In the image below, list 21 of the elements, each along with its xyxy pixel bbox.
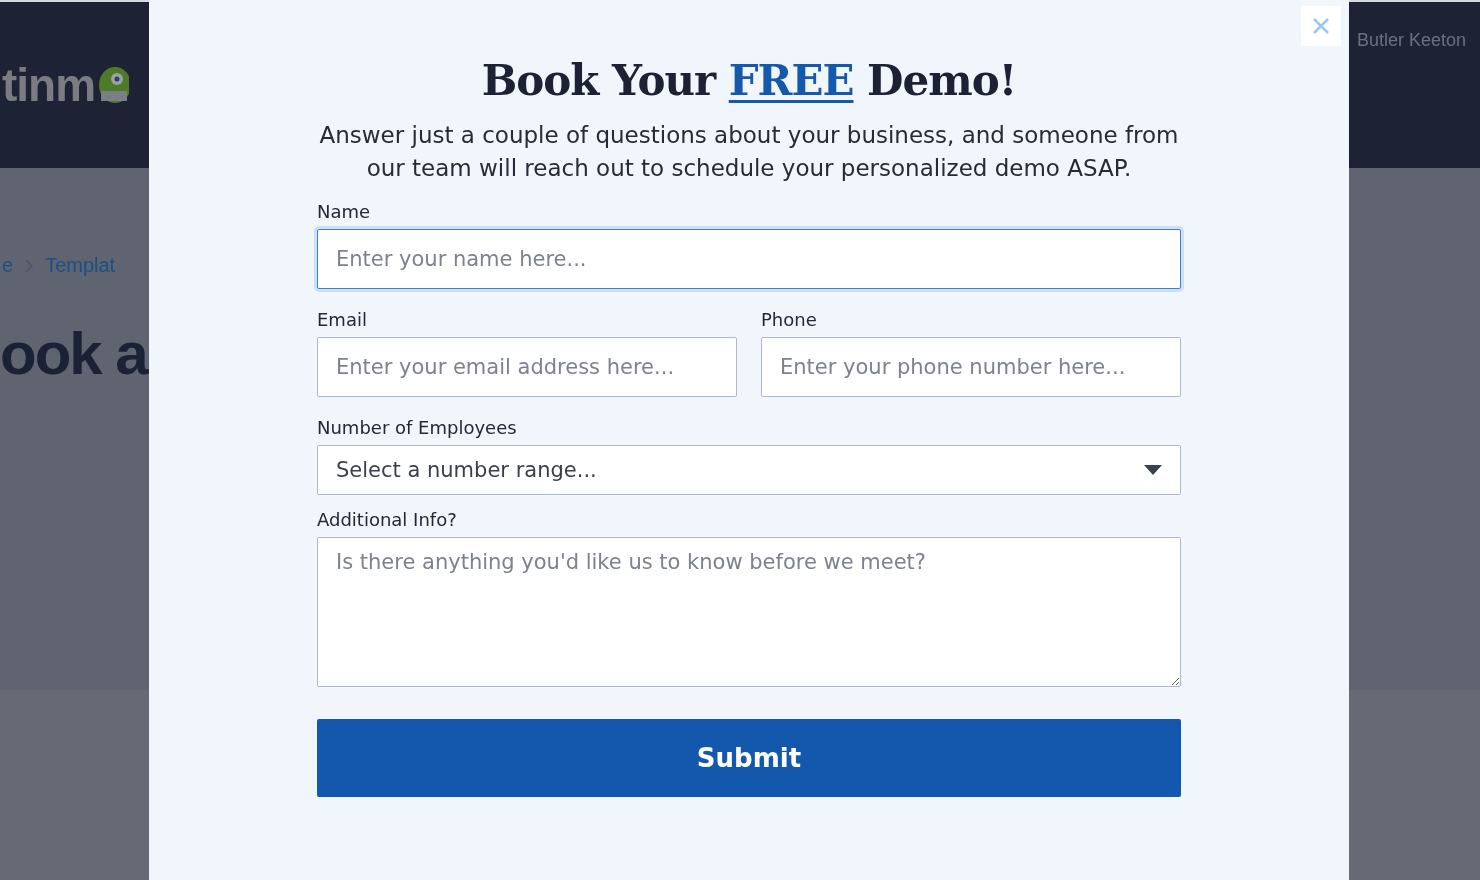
modal-title: Book Your FREE Demo!: [481, 56, 1017, 105]
free-link[interactable]: FREE: [728, 56, 854, 105]
field-label: Phone: [761, 309, 818, 331]
field-label: Additional Info?: [317, 509, 458, 531]
input-field[interactable]: Enter your email address here...: [317, 337, 737, 397]
text-area[interactable]: Is there anything you'd like us to know before we meet?: [317, 537, 1181, 687]
user-name: Butler Keeton: [1357, 30, 1468, 51]
input-field[interactable]: Enter your phone number here...: [761, 337, 1181, 397]
close-button[interactable]: [1301, 6, 1341, 46]
field-label: Number of Employees: [317, 417, 518, 439]
select-placeholder: Select a number range...: [336, 458, 597, 482]
close-icon: [1312, 17, 1330, 35]
submit-button[interactable]: Submit: [317, 719, 1181, 797]
caret-icon: [1144, 465, 1162, 475]
field-label: Name: [317, 201, 372, 223]
logo-text: tinm: [2, 58, 96, 112]
input-field[interactable]: Enter your name here...: [317, 229, 1181, 289]
select-field[interactable]: Select a number range...: [317, 445, 1181, 495]
field-label: Email: [317, 309, 368, 331]
page-heading: ook a: [0, 319, 149, 388]
intro-text: Answer just a couple of questions about your business, and someone from our team will reach out to schedule your personalized demo ASAP.: [318, 121, 1180, 183]
